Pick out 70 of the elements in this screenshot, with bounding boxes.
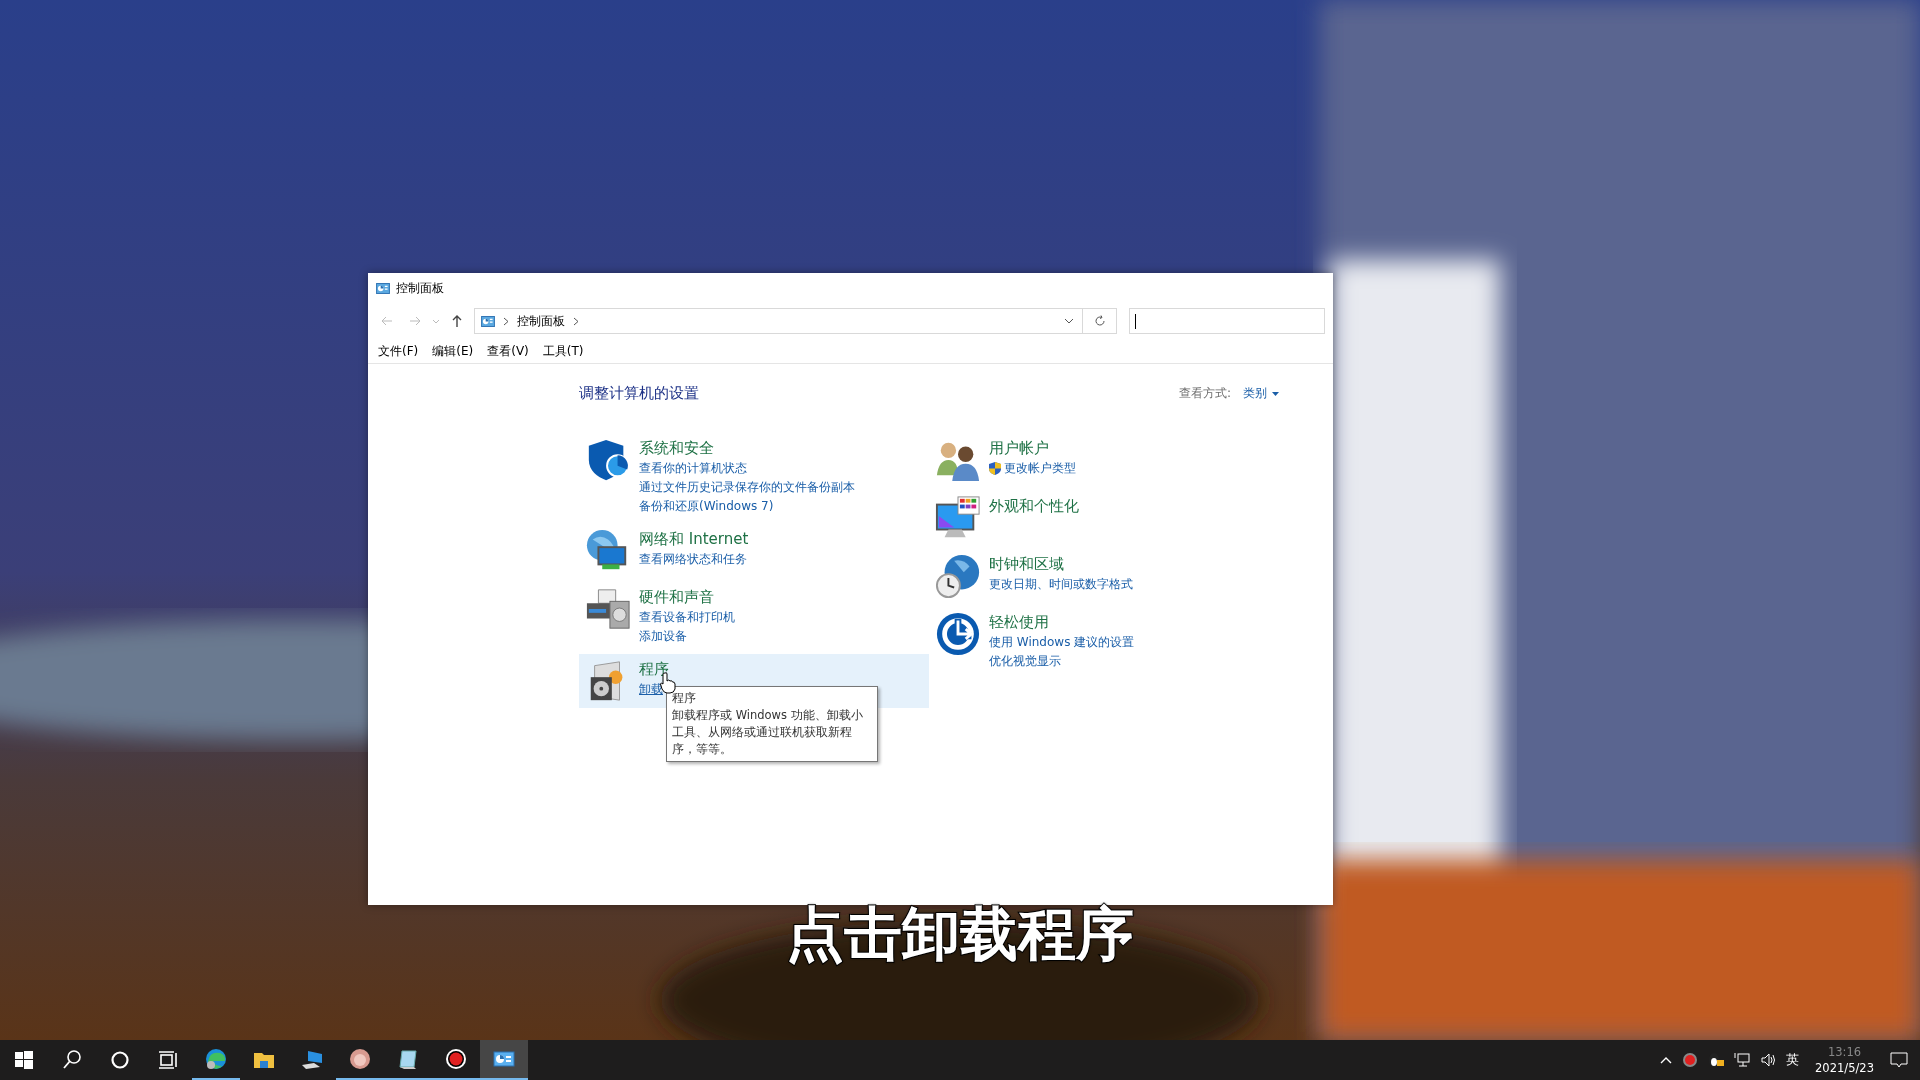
caret-icon[interactable] xyxy=(1272,391,1279,396)
edge-icon xyxy=(206,1049,226,1069)
view-by-dropdown[interactable]: 类别 xyxy=(1243,385,1279,402)
category-title[interactable]: 轻松使用 xyxy=(989,611,1135,633)
video-caption: 点击卸载程序 xyxy=(785,899,1135,970)
category-item[interactable]: 系统和安全 查看你的计算机状态 通过文件历史记录保存你的文件备份副本 备份和还原(Windows 7) xyxy=(579,433,929,520)
computer-icon xyxy=(302,1051,322,1069)
notepad-icon xyxy=(399,1050,417,1069)
menu-item[interactable]: 查看(V) xyxy=(487,342,529,360)
avatar-icon xyxy=(350,1049,370,1069)
address-bar[interactable]: 控制面板 xyxy=(474,308,1083,334)
printer-icon xyxy=(585,586,631,632)
control-panel-icon xyxy=(376,282,390,294)
taskbar-button[interactable] xyxy=(480,1040,528,1080)
search-field[interactable] xyxy=(1129,308,1325,334)
category-item[interactable]: 用户帐户 更改帐户类型 xyxy=(929,433,1299,487)
category-item[interactable]: 网络和 Internet 查看网络状态和任务 xyxy=(579,524,929,578)
control-panel-icon xyxy=(493,1051,515,1067)
menu-item[interactable]: 编辑(E) xyxy=(432,342,474,360)
speaker-icon[interactable] xyxy=(1760,1052,1777,1068)
menu-item[interactable]: 工具(T) xyxy=(542,342,584,360)
category-title[interactable]: 网络和 Internet xyxy=(639,528,749,550)
category-link[interactable]: 使用 Windows 建议的设置 xyxy=(989,633,1135,652)
page-heading: 调整计算机的设置 xyxy=(579,384,699,403)
category-link[interactable]: 优化视觉显示 xyxy=(989,652,1135,671)
input-method-indicator[interactable]: 英 xyxy=(1786,1051,1800,1069)
up-arrow-icon[interactable] xyxy=(452,315,462,327)
shield-icon xyxy=(989,462,1001,475)
tooltip-text: 卸载程序或 Windows 功能、卸载小工具、从网络或通过联机获取新程序，等等。 xyxy=(672,707,864,758)
taskbar-clock[interactable]: 13:16 2021/5/23 xyxy=(1815,1044,1874,1076)
window-title: 控制面板 xyxy=(396,279,444,297)
category-item[interactable]: 硬件和声音 查看设备和打印机 添加设备 xyxy=(579,582,929,650)
control-panel-icon xyxy=(481,315,495,327)
category-item[interactable]: 外观和个性化 xyxy=(929,491,1299,545)
category-link[interactable]: 更改帐户类型 xyxy=(989,459,1076,478)
task-view-icon xyxy=(158,1051,177,1069)
cortana-icon xyxy=(111,1051,129,1069)
notification-icon[interactable] xyxy=(1890,1052,1908,1068)
accessibility-icon xyxy=(935,611,981,657)
view-by-label: 查看方式: xyxy=(1178,385,1231,402)
record-icon[interactable] xyxy=(1682,1052,1699,1068)
category-item[interactable]: 轻松使用 使用 Windows 建议的设置 优化视觉显示 xyxy=(929,607,1299,675)
category-link[interactable]: 查看设备和打印机 xyxy=(639,608,735,627)
category-item[interactable]: 时钟和区域 更改日期、时间或数字格式 xyxy=(929,549,1299,603)
category-link[interactable]: 通过文件历史记录保存你的文件备份副本 xyxy=(639,478,855,497)
folder-icon xyxy=(254,1053,274,1068)
record-icon xyxy=(446,1049,466,1069)
tooltip-title: 程序 xyxy=(672,690,697,707)
category-title[interactable]: 系统和安全 xyxy=(639,437,855,459)
dropdown-icon[interactable] xyxy=(1064,318,1074,324)
category-title[interactable]: 时钟和区域 xyxy=(989,553,1133,575)
category-link[interactable]: 备份和还原(Windows 7) xyxy=(639,497,855,516)
category-title[interactable]: 硬件和声音 xyxy=(639,586,735,608)
chevron-icon xyxy=(503,316,509,326)
chevron-icon xyxy=(573,316,579,326)
breadcrumb-item[interactable]: 控制面板 xyxy=(517,312,565,330)
network-icon[interactable] xyxy=(1734,1052,1751,1068)
search-icon xyxy=(63,1050,81,1069)
menu-item[interactable]: 文件(F) xyxy=(378,342,419,360)
chevron-up-icon[interactable] xyxy=(1660,1056,1673,1064)
category-link[interactable]: 查看网络状态和任务 xyxy=(639,550,749,569)
category-title[interactable]: 程序 xyxy=(639,658,669,680)
category-title[interactable]: 用户帐户 xyxy=(989,437,1076,459)
category-link[interactable]: 添加设备 xyxy=(639,627,735,646)
category-link[interactable]: 更改日期、时间或数字格式 xyxy=(989,575,1133,594)
windows-logo-icon xyxy=(15,1051,33,1069)
category-link[interactable]: 查看你的计算机状态 xyxy=(639,459,855,478)
globe-clock-icon xyxy=(935,553,981,599)
category-title[interactable]: 外观和个性化 xyxy=(989,495,1079,517)
refresh-icon[interactable] xyxy=(1093,315,1106,327)
